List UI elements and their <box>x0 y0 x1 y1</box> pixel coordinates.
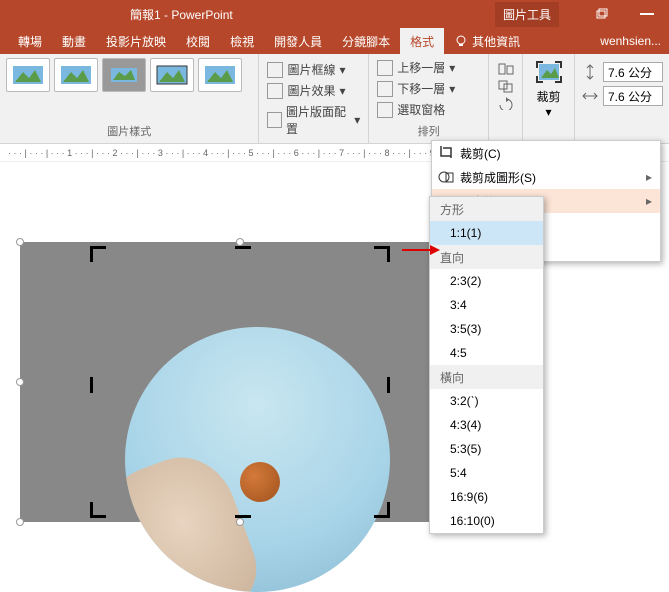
effects-icon <box>267 83 283 99</box>
style-thumb[interactable] <box>198 58 242 92</box>
height-input[interactable] <box>603 62 663 82</box>
style-thumb[interactable] <box>54 58 98 92</box>
window-minimize-icon[interactable] <box>624 0 669 28</box>
aspect-ratio-submenu: 方形 1:1(1) 直向 2:3(2) 3:4 3:5(3) 4:5 橫向 3:… <box>429 196 544 534</box>
shape-icon <box>438 169 454 185</box>
send-backward-button[interactable]: 下移一層 ▾ <box>375 79 482 98</box>
aspect-16-9[interactable]: 16:9(6) <box>430 485 543 509</box>
selected-image[interactable] <box>20 242 460 522</box>
style-thumb[interactable] <box>6 58 50 92</box>
aspect-3-2[interactable]: 3:2(ˋ) <box>430 389 543 413</box>
bulb-icon <box>454 34 468 48</box>
selection-handle[interactable] <box>16 378 24 386</box>
forward-icon <box>377 60 393 76</box>
pane-icon <box>377 102 393 118</box>
image-crop-preview <box>125 327 390 592</box>
crop-handle[interactable] <box>374 246 390 262</box>
aspect-4-3[interactable]: 4:3(4) <box>430 413 543 437</box>
selection-handle[interactable] <box>236 518 244 526</box>
selection-handle[interactable] <box>236 238 244 246</box>
tab-animations[interactable]: 動畫 <box>52 28 96 54</box>
bring-forward-button[interactable]: 上移一層 ▾ <box>375 58 482 77</box>
picture-effects-button[interactable]: 圖片效果 ▾ <box>265 81 362 100</box>
style-thumb[interactable] <box>150 58 194 92</box>
window-restore-icon[interactable] <box>579 0 624 28</box>
group-icon[interactable] <box>497 79 515 93</box>
crop-handle[interactable] <box>235 246 251 249</box>
submenu-header-landscape: 橫向 <box>430 365 543 389</box>
backward-icon <box>377 81 393 97</box>
tab-review[interactable]: 校閱 <box>176 28 220 54</box>
crop-icon <box>438 145 454 161</box>
menu-crop-to-shape[interactable]: 裁剪成圖形(S)▸ <box>432 165 660 189</box>
crop-handle[interactable] <box>90 377 93 393</box>
ribbon: 圖片樣式 圖片框線 ▾ 圖片效果 ▾ 圖片版面配置 ▾ 上移一層 ▾ 下移一層 … <box>0 54 669 144</box>
group-label-arrange: 排列 <box>375 123 482 139</box>
group-label-styles: 圖片樣式 <box>6 123 252 139</box>
tab-transitions[interactable]: 轉場 <box>8 28 52 54</box>
style-thumb[interactable] <box>102 58 146 92</box>
width-control[interactable] <box>581 86 663 106</box>
menu-crop[interactable]: 裁剪(C) <box>432 141 660 165</box>
picture-border-button[interactable]: 圖片框線 ▾ <box>265 60 362 79</box>
aspect-3-5[interactable]: 3:5(3) <box>430 317 543 341</box>
selection-handle[interactable] <box>16 518 24 526</box>
submenu-header-portrait: 直向 <box>430 245 543 269</box>
crop-handle[interactable] <box>387 377 390 393</box>
aspect-3-4[interactable]: 3:4 <box>430 293 543 317</box>
selection-pane-button[interactable]: 選取窗格 <box>375 100 482 119</box>
picture-styles-gallery[interactable] <box>6 58 252 92</box>
tab-slideshow[interactable]: 投影片放映 <box>96 28 176 54</box>
tab-format[interactable]: 格式 <box>400 28 444 54</box>
ribbon-tabs: 轉場 動畫 投影片放映 校閱 檢視 開發人員 分鏡腳本 格式 其他資訊 wenh… <box>0 28 669 54</box>
width-input[interactable] <box>603 86 663 106</box>
aspect-5-3[interactable]: 5:3(5) <box>430 437 543 461</box>
crop-button[interactable]: 裁剪 ▾ <box>529 58 568 121</box>
layout-icon <box>267 112 282 128</box>
chevron-right-icon: ▸ <box>646 194 652 208</box>
annotation-arrow <box>400 243 440 257</box>
align-icon[interactable] <box>497 62 515 76</box>
aspect-2-3[interactable]: 2:3(2) <box>430 269 543 293</box>
chevron-right-icon: ▸ <box>646 170 652 184</box>
tab-developer[interactable]: 開發人員 <box>264 28 332 54</box>
image-content <box>240 462 280 502</box>
width-icon <box>581 87 599 105</box>
tab-view[interactable]: 檢視 <box>220 28 264 54</box>
crop-handle[interactable] <box>90 246 106 262</box>
titlebar: 簡報1 - PowerPoint 圖片工具 <box>0 0 669 28</box>
height-control[interactable] <box>581 62 663 82</box>
crop-handle[interactable] <box>90 502 106 518</box>
contextual-tab-label: 圖片工具 <box>495 2 559 27</box>
tell-me[interactable]: 其他資訊 <box>454 33 520 50</box>
selection-handle[interactable] <box>16 238 24 246</box>
rotate-icon[interactable] <box>497 96 515 110</box>
submenu-header-square: 方形 <box>430 197 543 221</box>
picture-layout-button[interactable]: 圖片版面配置 ▾ <box>265 102 362 138</box>
crop-icon <box>535 60 563 88</box>
crop-handle[interactable] <box>374 502 390 518</box>
tab-storyboard[interactable]: 分鏡腳本 <box>332 28 400 54</box>
aspect-1-1[interactable]: 1:1(1) <box>430 221 543 245</box>
aspect-16-10[interactable]: 16:10(0) <box>430 509 543 533</box>
aspect-4-5[interactable]: 4:5 <box>430 341 543 365</box>
chevron-down-icon: ▾ <box>545 105 551 119</box>
border-icon <box>267 62 283 78</box>
window-title: 簡報1 - PowerPoint <box>130 6 233 23</box>
aspect-5-4[interactable]: 5:4 <box>430 461 543 485</box>
height-icon <box>581 63 599 81</box>
user-name[interactable]: wenhsien... <box>600 34 661 48</box>
